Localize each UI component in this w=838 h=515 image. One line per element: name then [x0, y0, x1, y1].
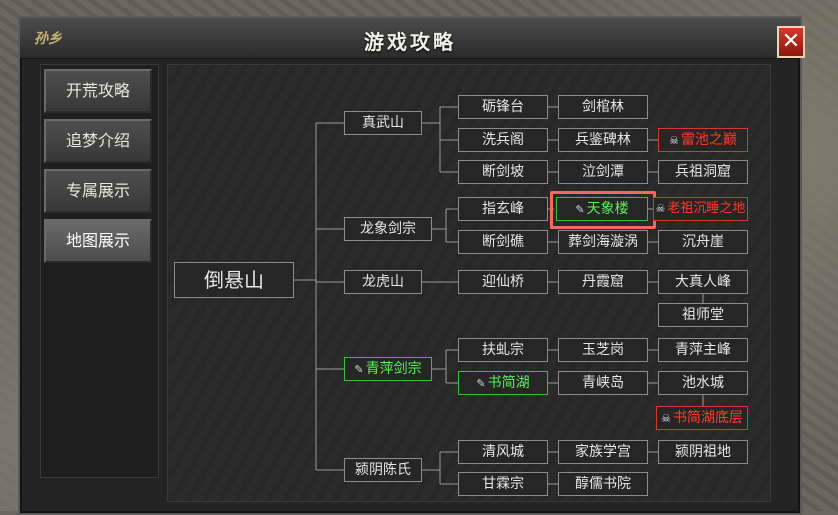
region-node[interactable]: 龙象剑宗 [344, 217, 432, 241]
map-root-node[interactable]: 倒悬山 [174, 262, 294, 298]
subplace-node[interactable]: 醇儒书院 [558, 472, 648, 496]
title-bar[interactable]: 孙乡 游戏攻略 [20, 18, 800, 59]
endpoint-label: 老祖沉睡之地 [667, 201, 746, 216]
skull-icon: ☠ [655, 202, 666, 215]
region-label: 青萍剑宗 [365, 361, 422, 377]
place-node[interactable]: 迎仙桥 [458, 270, 548, 294]
place-node[interactable]: ✎ 书简湖 [458, 371, 548, 395]
region-node[interactable]: 龙虎山 [344, 270, 422, 294]
sidebar-item-map[interactable]: 地图展示 [44, 219, 152, 263]
scroll-icon: ✎ [354, 363, 364, 376]
scroll-icon: ✎ [575, 203, 585, 216]
subplace-node[interactable]: 葬剑海漩涡 [558, 230, 648, 254]
close-button[interactable]: ✕ [777, 26, 805, 58]
guide-window: 孙乡 游戏攻略 ✕ 开荒攻略 追梦介绍 专属展示 地图展示 倒悬山 真武山 龙象… [18, 16, 805, 515]
endpoint-node[interactable]: ☠ 老祖沉睡之地 [653, 197, 748, 221]
endpoint-label: 书简湖底层 [672, 410, 743, 426]
endpoint-node[interactable]: 颍阴祖地 [658, 440, 748, 464]
endpoint-node[interactable]: ☠ 书简湖底层 [656, 406, 748, 430]
place-label: 书简湖 [487, 375, 530, 391]
subplace-node[interactable]: 青峡岛 [558, 371, 648, 395]
map-panel: 倒悬山 真武山 龙象剑宗 龙虎山 ✎ 青萍剑宗 颍阴陈氏 砺锋台 洗兵阁 断剑坡 … [167, 64, 771, 502]
skull-icon: ☠ [661, 412, 671, 425]
endpoint-node[interactable]: 青萍主峰 [658, 338, 748, 362]
sidebar-item-zhuanshu[interactable]: 专属展示 [44, 169, 152, 213]
place-node[interactable]: 甘霖宗 [458, 472, 548, 496]
place-node[interactable]: 断剑坡 [458, 160, 548, 184]
subplace-node[interactable]: 剑棺林 [558, 95, 648, 119]
place-node[interactable]: 清风城 [458, 440, 548, 464]
endpoint-node[interactable]: ☠ 雷池之巅 [658, 128, 748, 152]
subplace-node[interactable]: 兵鉴碑林 [558, 128, 648, 152]
subplace-node[interactable]: 泣剑潭 [558, 160, 648, 184]
sidebar: 开荒攻略 追梦介绍 专属展示 地图展示 [40, 64, 159, 478]
skull-icon: ☠ [669, 134, 679, 147]
place-node[interactable]: 扶虬宗 [458, 338, 548, 362]
region-node[interactable]: ✎ 青萍剑宗 [344, 357, 432, 381]
scroll-icon: ✎ [476, 377, 486, 390]
window-title: 游戏攻略 [364, 30, 456, 54]
place-node[interactable]: 指玄峰 [458, 197, 548, 221]
place-node[interactable]: 砺锋台 [458, 95, 548, 119]
endpoint-node[interactable]: 大真人峰 [658, 270, 748, 294]
subplace-node[interactable]: 丹霞窟 [558, 270, 648, 294]
endpoint-label: 雷池之巅 [680, 132, 737, 148]
region-node[interactable]: 颍阴陈氏 [344, 458, 422, 482]
place-node[interactable]: 洗兵阁 [458, 128, 548, 152]
sidebar-item-kaihuang[interactable]: 开荒攻略 [44, 69, 152, 113]
subplace-label: 天象楼 [586, 201, 629, 217]
endpoint-node[interactable]: 池水城 [658, 371, 748, 395]
subplace-node[interactable]: ✎ 天象楼 [556, 197, 648, 221]
subplace-node[interactable]: 玉芝岗 [558, 338, 648, 362]
sidebar-item-zhuimeng[interactable]: 追梦介绍 [44, 119, 152, 163]
endpoint-node[interactable]: 祖师堂 [658, 303, 748, 327]
endpoint-node[interactable]: 兵祖洞窟 [658, 160, 748, 184]
region-node[interactable]: 真武山 [344, 111, 422, 135]
place-node[interactable]: 断剑礁 [458, 230, 548, 254]
endpoint-node[interactable]: 沉舟崖 [658, 230, 748, 254]
subplace-node[interactable]: 家族学宫 [558, 440, 648, 464]
